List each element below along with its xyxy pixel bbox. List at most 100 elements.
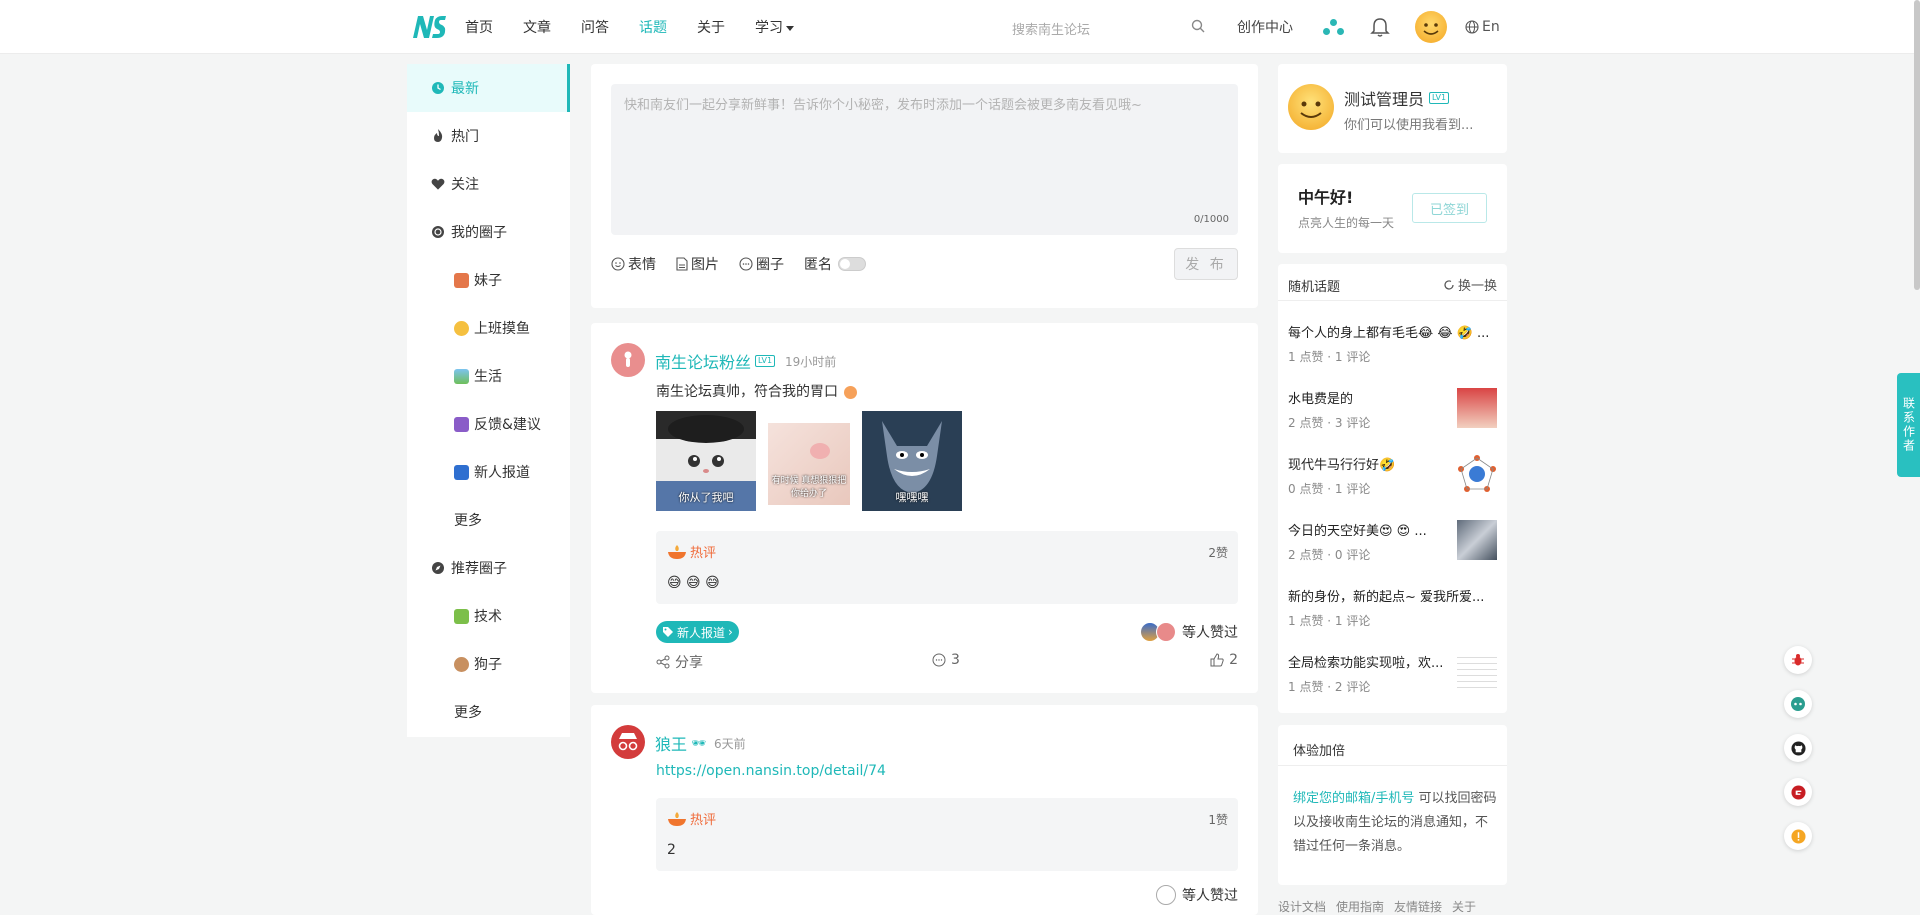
anonymous-switch[interactable] [838, 257, 866, 271]
sidebar-item-label: 上班摸鱼 [474, 321, 530, 337]
emoji-button[interactable]: 表情 [611, 254, 656, 274]
nav-about[interactable]: 关于 [697, 17, 725, 37]
sidebar-item-label: 关注 [451, 177, 479, 193]
likers[interactable]: 等人赞过 [1140, 622, 1238, 642]
sidebar-item-more-recommended[interactable]: 更多 [407, 688, 570, 736]
circle-emoji-icon [454, 272, 469, 288]
circle-button[interactable]: 圈子 [739, 254, 784, 274]
bug-report-button[interactable] [1784, 646, 1812, 674]
chat-bot-button[interactable] [1784, 690, 1812, 718]
post-image-cat[interactable]: 你从了我吧 [656, 411, 756, 511]
site-logo[interactable] [411, 14, 447, 40]
topic-item[interactable]: 现代牛马行行好🤣 0 点赞 · 1 评论 [1288, 454, 1497, 504]
sidebar-item-label: 新人报道 [474, 465, 530, 481]
nav-qa[interactable]: 问答 [581, 17, 609, 37]
post-images: 你从了我吧 有时候 真想狠狠把你给办了 嘿嘿嘿 [656, 411, 962, 511]
author-name[interactable]: 南生论坛粉丝 LV1 [655, 349, 776, 373]
topic-item[interactable]: 今日的天空好美😍 😍 ... 2 点赞 · 0 评论 [1288, 520, 1497, 570]
footer-link-about[interactable]: 关于 [1452, 898, 1476, 915]
sidebar-item-newcomers[interactable]: 新人报道 [407, 448, 570, 496]
spy-avatar-icon [618, 733, 638, 751]
topic-item[interactable]: 水电费是的 2 点赞 · 3 评论 [1288, 388, 1497, 438]
anonymous-label: 匿名 [804, 257, 832, 273]
author-avatar[interactable] [611, 725, 645, 759]
chat-icon [739, 257, 753, 271]
contact-author-tab[interactable]: 联系作者 [1897, 373, 1920, 477]
search-box[interactable]: 搜索南生论坛 [1005, 14, 1205, 40]
sidebar-item-tech[interactable]: 技术 [407, 592, 570, 640]
nav-learn-dropdown[interactable]: 学习 [755, 17, 794, 37]
search-input[interactable]: 搜索南生论坛 [1012, 19, 1090, 38]
sidebar-item-my-circles[interactable]: 我的圈子 [407, 208, 570, 256]
composer-toolbar: 表情 图片 圈子 匿名 [611, 254, 886, 274]
sidebar-item-hot[interactable]: 热门 [407, 112, 570, 160]
topic-title: 全局检索功能实现啦，欢... [1288, 656, 1444, 671]
bell-icon[interactable] [1369, 16, 1391, 38]
author-avatar[interactable] [611, 343, 645, 377]
topic-tag-label: 新人报道 [677, 625, 726, 640]
refresh-icon [1444, 279, 1454, 290]
create-center-link[interactable]: 创作中心 [1237, 17, 1293, 37]
image-label: 图片 [691, 257, 719, 273]
likers[interactable]: 等人赞过 [1156, 885, 1238, 905]
page-scrollbar[interactable] [1914, 0, 1920, 290]
search-icon[interactable] [1191, 19, 1205, 33]
nav-home[interactable]: 首页 [465, 17, 493, 37]
anonymous-toggle[interactable]: 匿名 [804, 254, 866, 274]
post-image-tom[interactable]: 嘿嘿嘿 [862, 411, 962, 511]
bind-account-link[interactable]: 绑定您的邮箱/手机号 [1293, 791, 1414, 806]
switch-button[interactable]: 换一换 [1443, 275, 1497, 294]
sidebar-item-latest[interactable]: 最新 [407, 64, 570, 112]
github-button[interactable] [1784, 734, 1812, 762]
sidebar-item-recommended-circles[interactable]: 推荐圈子 [407, 544, 570, 592]
checkin-button[interactable]: 已签到 [1412, 193, 1487, 223]
hot-comment-label: 热评 [667, 542, 716, 561]
image-button[interactable]: 图片 [676, 254, 719, 274]
post-textarea[interactable]: 快和南友们一起分享新鲜事！告诉你个小秘密，发布时添加一个话题会被更多南友看见哦~… [611, 84, 1238, 235]
hot-comment[interactable]: 热评 2赞 😅 😅 😅 [656, 531, 1238, 604]
sidebar-item-label: 妹子 [474, 273, 502, 289]
sidebar-item-life[interactable]: 生活 [407, 352, 570, 400]
footer-link-guide[interactable]: 使用指南 [1336, 898, 1384, 915]
footer-link-friends[interactable]: 友情链接 [1394, 898, 1442, 915]
sidebar-item-more[interactable]: 更多 [407, 496, 570, 544]
nav-articles[interactable]: 文章 [523, 17, 551, 37]
post-image-hamster[interactable]: 有时候 真想狠狠把你给办了 [768, 423, 850, 505]
sidebar-item-label: 我的圈子 [451, 225, 507, 241]
sidebar-item-girls[interactable]: 妹子 [407, 256, 570, 304]
greeting-card: 中午好! 点亮人生的每一天 已签到 [1278, 164, 1507, 253]
emoji-label: 表情 [628, 257, 656, 273]
post-card: 狼王 🕶 6天前 https://open.nansin.top/detail/… [591, 705, 1258, 915]
post-textarea-placeholder: 快和南友们一起分享新鲜事！告诉你个小秘密，发布时添加一个话题会被更多南友看见哦~ [624, 98, 1142, 113]
gitee-button[interactable] [1784, 778, 1812, 806]
topic-item[interactable]: 全局检索功能实现啦，欢... 1 点赞 · 2 评论 [1288, 652, 1497, 702]
comment-button[interactable]: 3 [932, 652, 960, 668]
notice-button[interactable] [1784, 822, 1812, 850]
nav-topics[interactable]: 话题 [639, 17, 667, 37]
topic-item[interactable]: 每个人的身上都有毛毛😂 😂 🤣 ... 1 点赞 · 1 评论 [1288, 322, 1497, 372]
user-avatar[interactable] [1415, 11, 1447, 43]
like-button[interactable]: 2 [1210, 652, 1238, 668]
share-button[interactable]: 分享 [656, 652, 703, 672]
author-name[interactable]: 狼王 🕶 [655, 731, 706, 755]
user-avatar[interactable] [1288, 84, 1334, 130]
like-count: 2 [1229, 652, 1238, 668]
sidebar-item-feedback[interactable]: 反馈&建议 [407, 400, 570, 448]
user-name[interactable]: 测试管理员 LV1 [1344, 86, 1450, 110]
apps-icon[interactable] [1321, 17, 1347, 37]
footer-link-design-doc[interactable]: 设计文档 [1278, 898, 1326, 915]
publish-button[interactable]: 发 布 [1174, 248, 1238, 280]
food-emoji-icon [844, 385, 858, 399]
language-switch[interactable]: En [1465, 19, 1500, 35]
hot-comment-text: 热评 [690, 813, 717, 828]
image-caption: 嘿嘿嘿 [895, 491, 929, 504]
sidebar-item-dogs[interactable]: 狗子 [407, 640, 570, 688]
post-link[interactable]: https://open.nansin.top/detail/74 [656, 763, 886, 779]
topic-item[interactable]: 新的身份，新的起点~ 爱我所爱... 1 点赞 · 1 评论 [1288, 586, 1497, 636]
hot-comment[interactable]: 热评 1赞 2 [656, 798, 1238, 871]
topic-tag[interactable]: 新人报道 › [656, 621, 739, 643]
image-caption: 你从了我吧 [678, 491, 734, 504]
sidebar-item-slacking[interactable]: 上班摸鱼 [407, 304, 570, 352]
comment-icon [932, 653, 946, 667]
sidebar-item-follow[interactable]: 关注 [407, 160, 570, 208]
